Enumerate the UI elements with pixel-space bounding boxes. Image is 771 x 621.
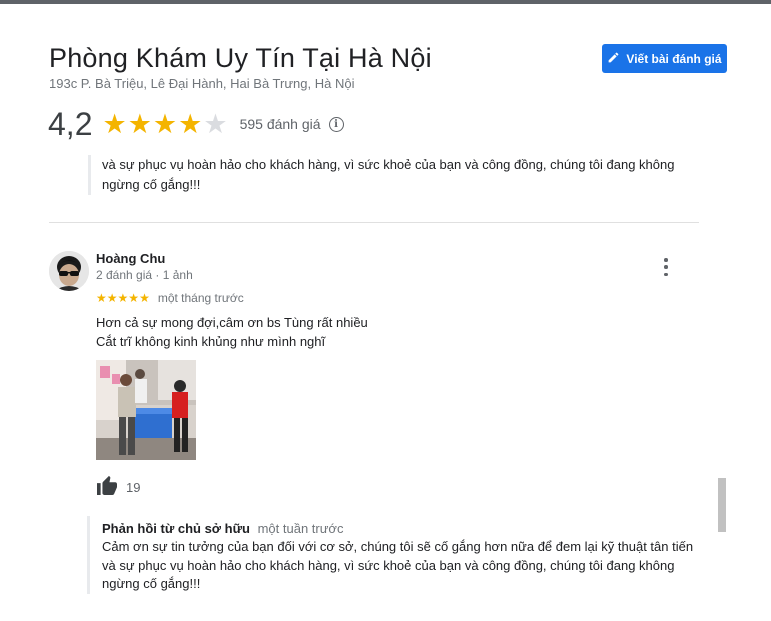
- reply-text-line: Cảm ơn sự tin tưởng của bạn đối với cơ s…: [102, 539, 694, 554]
- star-icon: ★: [178, 108, 203, 139]
- write-review-button[interactable]: Viết bài đánh giá: [602, 44, 727, 73]
- review-count[interactable]: 595 đánh giá: [240, 116, 321, 132]
- rating-summary: 4,2 ★ ★ ★ ★ ★ 595 đánh giá i: [48, 104, 344, 144]
- scrollbar-thumb[interactable]: [718, 478, 726, 532]
- owner-reply-header: Phản hồi từ chủ sở hữu một tuần trước: [102, 521, 722, 536]
- owner-reply-label: Phản hồi từ chủ sở hữu: [102, 521, 250, 536]
- previous-owner-reply: và sự phục vụ hoàn hảo cho khách hàng, v…: [88, 155, 712, 195]
- reply-text: ngừng cố gắng!!!: [102, 177, 201, 192]
- reply-text-line: ngừng cố gắng!!!: [102, 576, 201, 591]
- review-text-line: Hơn cả sự mong đợi,câm ơn bs Tùng rất nh…: [96, 315, 368, 330]
- thumb-up-icon: [96, 475, 118, 500]
- star-icon: ★: [152, 108, 178, 139]
- review-text: Hơn cả sự mong đợi,câm ơn bs Tùng rất nh…: [96, 313, 368, 351]
- reply-text-line: và sự phục vụ hoàn hảo cho khách hàng, v…: [102, 557, 675, 573]
- star-icon: ★: [96, 291, 107, 305]
- star-icon: ★: [127, 108, 152, 139]
- review-time: một tháng trước: [157, 291, 244, 305]
- star-icon: ★: [117, 291, 129, 305]
- divider: [49, 222, 699, 223]
- star-icon: ★: [106, 291, 118, 305]
- reply-text: và sự phục vụ hoàn hảo cho khách hàng, v…: [102, 157, 675, 172]
- star-icon: ★: [139, 291, 150, 305]
- place-title: Phòng Khám Uy Tín Tại Hà Nội: [49, 43, 432, 73]
- owner-reply-time: một tuần trước: [257, 521, 344, 536]
- like-count: 19: [126, 480, 141, 495]
- owner-reply-text: Cảm ơn sự tin tưởng của bạn đối với cơ s…: [102, 538, 722, 594]
- pencil-icon: [607, 51, 620, 67]
- write-review-label: Viết bài đánh giá: [626, 51, 722, 66]
- owner-reply: Phản hồi từ chủ sở hữu một tuần trước Cả…: [87, 516, 722, 594]
- rating-value: 4,2: [48, 105, 93, 142]
- like-button[interactable]: 19: [96, 475, 140, 500]
- star-icon: ★: [128, 291, 140, 305]
- top-bar: [0, 0, 771, 4]
- avatar[interactable]: [49, 251, 89, 291]
- reviewer-meta: 2 đánh giá · 1 ảnh: [96, 268, 193, 282]
- info-icon[interactable]: i: [328, 116, 344, 132]
- more-vert-icon[interactable]: [660, 258, 672, 276]
- place-address: 193c P. Bà Triệu, Lê Đại Hành, Hai Bà Tr…: [49, 76, 355, 91]
- reviewer-name[interactable]: Hoàng Chu: [96, 251, 165, 266]
- star-empty-icon: ★: [203, 108, 228, 139]
- review-photo[interactable]: [96, 360, 196, 460]
- review-text-line: Cắt trĩ không kinh khủng như mình nghĩ: [96, 334, 326, 349]
- review-rating: ★ ★ ★ ★ ★ một tháng trước: [96, 291, 244, 305]
- rating-stars: ★ ★ ★ ★ ★: [102, 108, 228, 139]
- star-icon: ★: [102, 108, 127, 139]
